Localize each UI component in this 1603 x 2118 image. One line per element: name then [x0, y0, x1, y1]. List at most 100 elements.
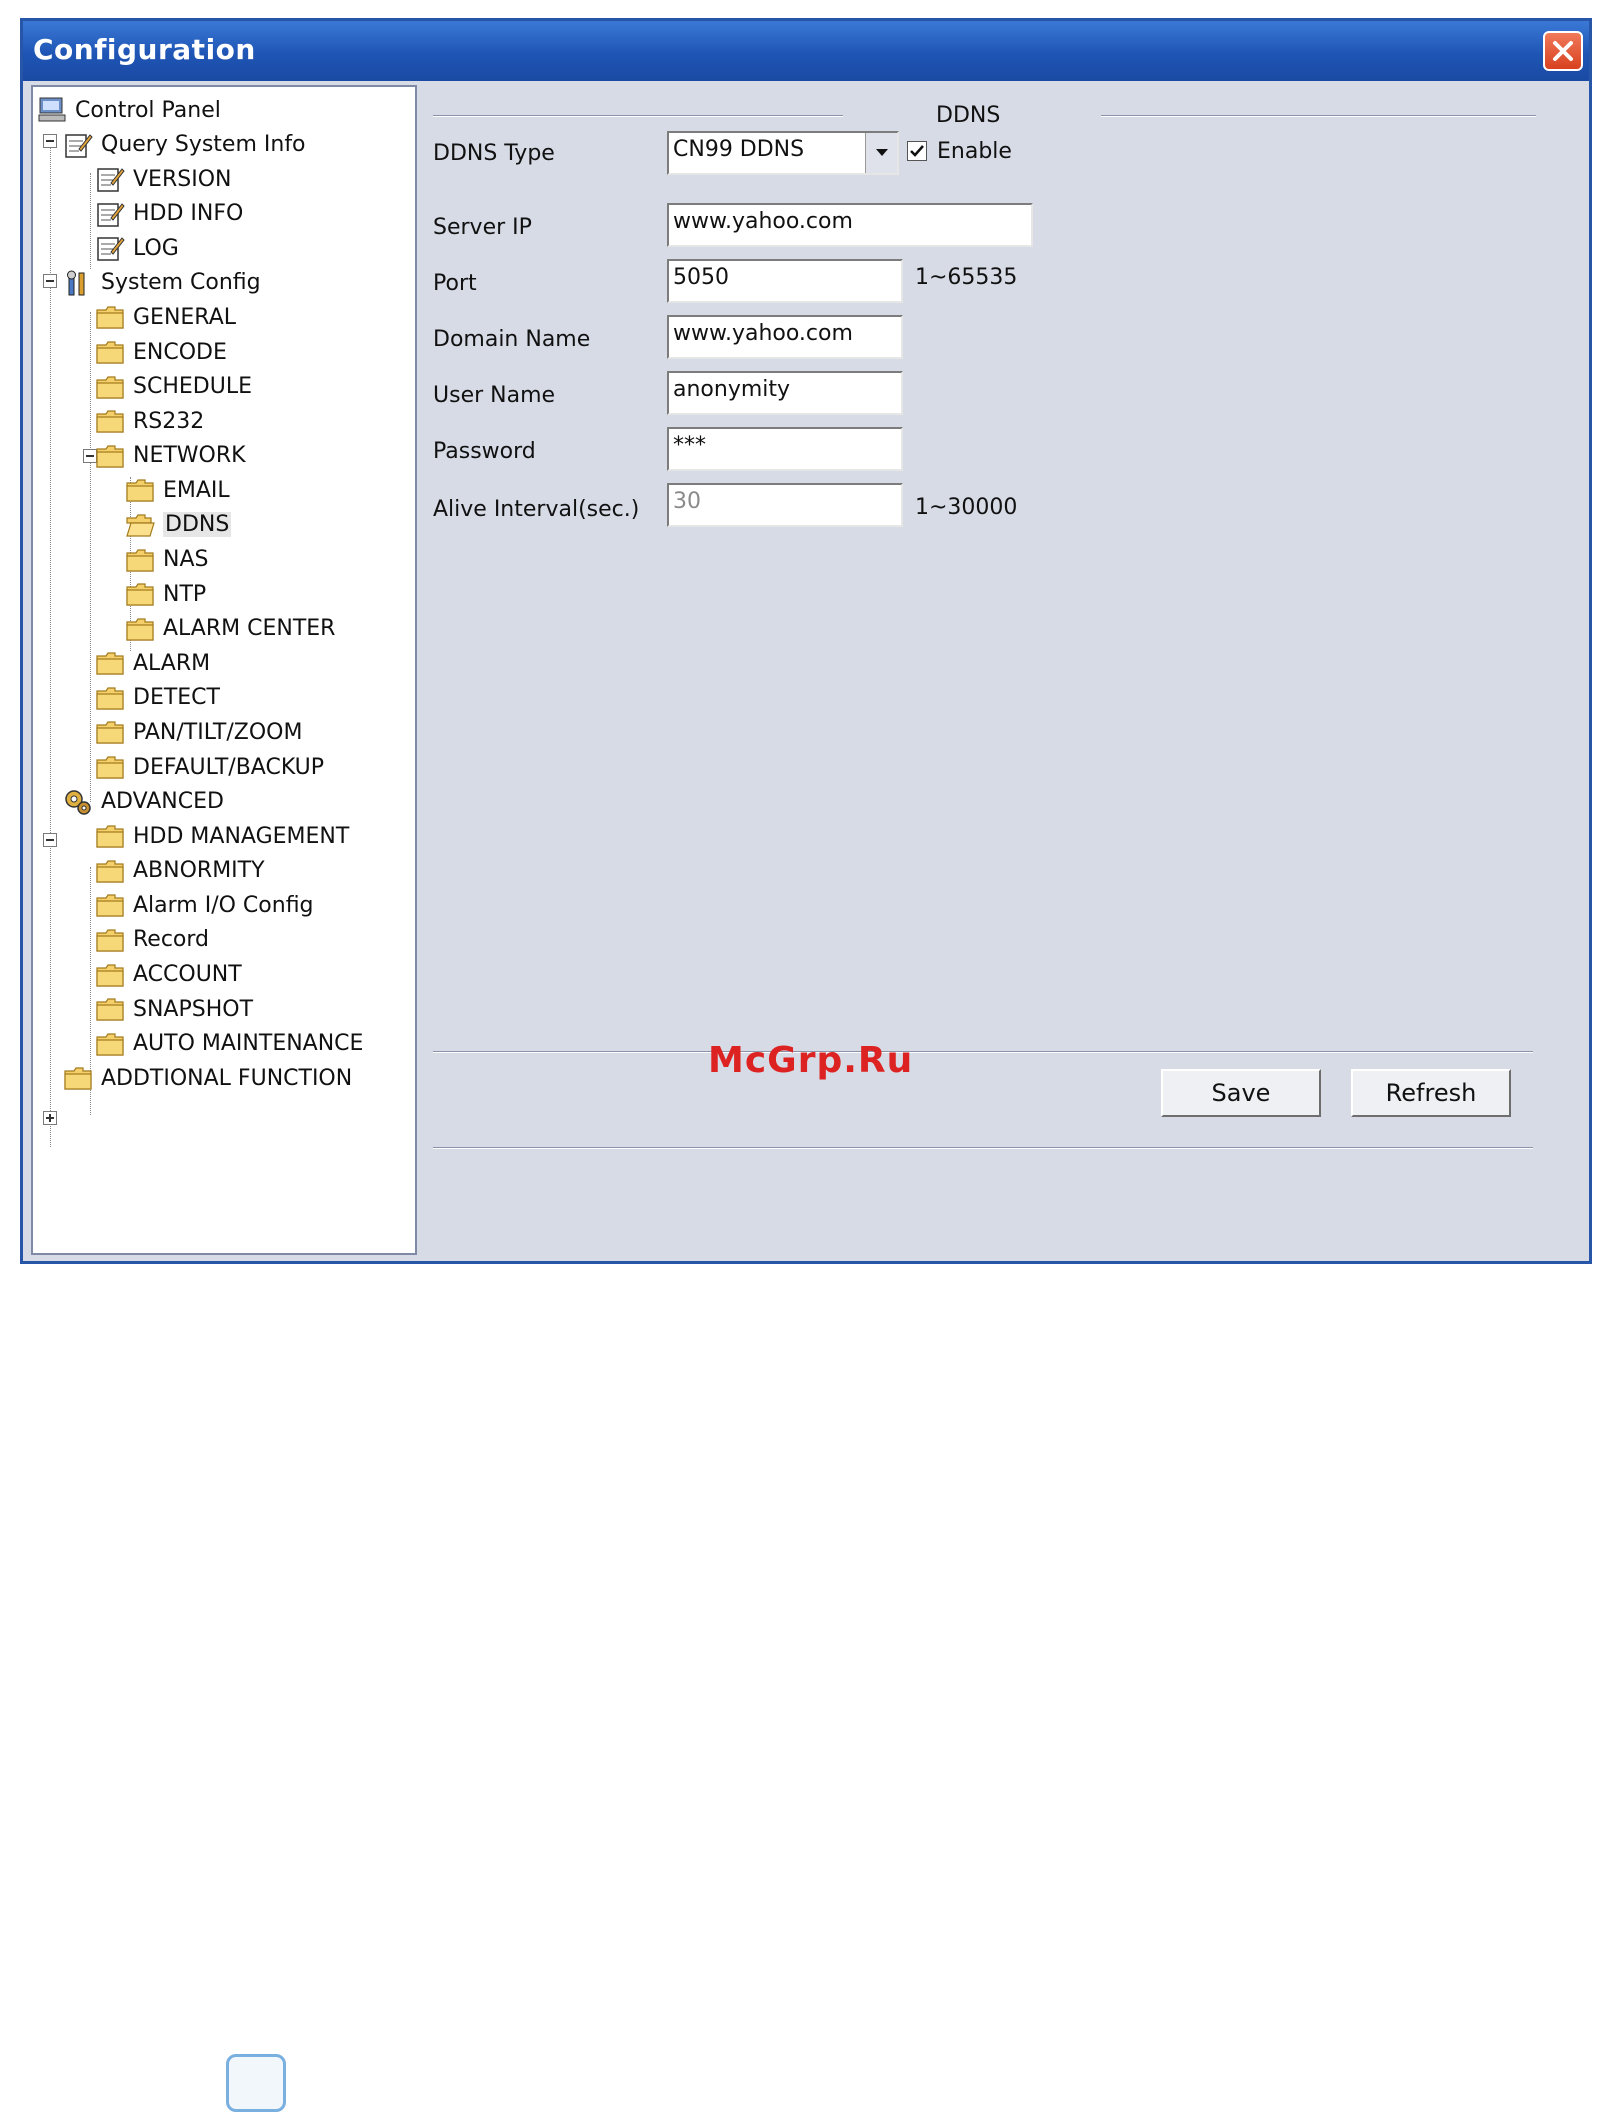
folder-icon [95, 442, 125, 470]
folder-icon [125, 580, 155, 608]
tree-item-ntp[interactable]: NTP [125, 579, 206, 609]
tree-item-auto-maintenance[interactable]: AUTO MAINTENANCE [95, 1029, 363, 1059]
divider [433, 115, 843, 117]
navigation-tree: Control Panel Query System Info VERSION HDD… [31, 85, 417, 1255]
tree-item-label: SCHEDULE [133, 374, 252, 400]
folder-icon [95, 926, 125, 954]
domain-name-input[interactable]: www.yahoo.com [667, 315, 903, 359]
tree-item-control-panel[interactable]: Control Panel [37, 95, 221, 125]
tree-item-log[interactable]: LOG [95, 233, 179, 263]
tree-item-abnormity[interactable]: ABNORMITY [95, 856, 265, 886]
computer-icon [37, 96, 67, 124]
tree-item-system-config[interactable]: System Config [63, 268, 261, 298]
tree-item-hdd-info[interactable]: HDD INFO [95, 199, 243, 229]
tree-item-label: Record [133, 927, 210, 953]
server-ip-label: Server IP [433, 215, 532, 240]
server-ip-input[interactable]: www.yahoo.com [667, 203, 1033, 247]
folder-icon [63, 1064, 93, 1092]
tree-item-alarm[interactable]: ALARM [95, 648, 210, 678]
save-button[interactable]: Save [1161, 1069, 1321, 1117]
tree-item-nas[interactable]: NAS [125, 545, 208, 575]
tree-item-account[interactable]: ACCOUNT [95, 960, 242, 990]
tree-item-detect[interactable]: DETECT [95, 683, 220, 713]
refresh-button[interactable]: Refresh [1351, 1069, 1511, 1117]
alive-range-hint: 1~30000 [915, 495, 1018, 520]
tree-item-rs232[interactable]: RS232 [95, 406, 204, 436]
tree-item-general[interactable]: GENERAL [95, 302, 236, 332]
tree-item-label: ENCODE [133, 339, 227, 365]
folder-icon [95, 303, 125, 331]
tree-item-pan-tilt-zoom[interactable]: PAN/TILT/ZOOM [95, 717, 302, 747]
ddns-type-value: CN99 DDNS [673, 137, 805, 162]
notepad-icon [95, 200, 125, 228]
tree-item-version[interactable]: VERSION [95, 164, 231, 194]
tree-item-label: HDD MANAGEMENT [133, 823, 350, 849]
ddns-type-select[interactable]: CN99 DDNS [667, 131, 899, 175]
tree-item-record[interactable]: Record [95, 925, 209, 955]
enable-checkbox[interactable] [907, 141, 927, 161]
enable-label: Enable [937, 139, 1012, 164]
notepad-icon [95, 234, 125, 262]
tree-item-alarm-center[interactable]: ALARM CENTER [125, 614, 335, 644]
folder-icon [95, 407, 125, 435]
tree-item-ddns[interactable]: DDNS [125, 510, 232, 540]
expander-advanced[interactable] [43, 833, 57, 847]
notepad-icon [63, 131, 93, 159]
tree-item-label: NTP [163, 581, 207, 607]
folder-icon [95, 857, 125, 885]
page-icon [226, 2054, 286, 2112]
tree-connector [90, 173, 91, 269]
password-input[interactable]: *** [667, 427, 903, 471]
tree-item-snapshot[interactable]: SNAPSHOT [95, 994, 253, 1024]
tree-item-label: ALARM [133, 650, 211, 676]
notepad-icon [95, 165, 125, 193]
tree-item-label: LOG [133, 235, 179, 261]
tree-item-encode[interactable]: ENCODE [95, 337, 227, 367]
expander-system-config[interactable] [43, 274, 57, 288]
check-icon [910, 145, 924, 157]
tree-item-label: PAN/TILT/ZOOM [133, 719, 303, 745]
tree-item-advanced[interactable]: ADVANCED [63, 787, 224, 817]
expander-additional-function[interactable] [43, 1111, 57, 1125]
expander-query-system-info[interactable] [43, 134, 57, 148]
tree-item-network[interactable]: NETWORK [95, 441, 246, 471]
close-button[interactable] [1543, 31, 1583, 71]
tree-item-label: NAS [163, 547, 209, 573]
tree-item-label: DDNS [163, 512, 232, 538]
tree-item-label: ADDTIONAL FUNCTION [101, 1065, 353, 1091]
tree-item-label: GENERAL [133, 304, 237, 330]
folder-icon [95, 891, 125, 919]
tree-item-label: AUTO MAINTENANCE [133, 1031, 364, 1057]
folder-icon [125, 476, 155, 504]
tree-item-label: System Config [101, 270, 261, 296]
domain-name-label: Domain Name [433, 327, 591, 352]
folder-icon [95, 1030, 125, 1058]
folder-icon [95, 338, 125, 366]
title-bar[interactable]: Configuration [23, 21, 1589, 81]
tree-item-schedule[interactable]: SCHEDULE [95, 372, 252, 402]
tree-item-hdd-management[interactable]: HDD MANAGEMENT [95, 821, 349, 851]
tree-item-label: ALARM CENTER [163, 616, 336, 642]
user-name-input[interactable]: anonymity [667, 371, 903, 415]
section-title: DDNS [936, 103, 1001, 128]
ddns-panel: DDNS DDNS Type CN99 DDNS Enable Server I… [421, 85, 1581, 1255]
alive-interval-input[interactable]: 30 [667, 483, 903, 527]
folder-icon [95, 718, 125, 746]
chevron-down-icon[interactable] [865, 133, 897, 173]
tree-item-label: ABNORMITY [133, 858, 265, 884]
watermark: McGrp.Ru [708, 1040, 914, 1081]
tree-item-alarm-i-o-config[interactable]: Alarm I/O Config [95, 890, 314, 920]
port-input[interactable]: 5050 [667, 259, 903, 303]
tree-item-default-backup[interactable]: DEFAULT/BACKUP [95, 752, 324, 782]
tree-item-addtional-function[interactable]: ADDTIONAL FUNCTION [63, 1063, 352, 1093]
tree-item-label: ADVANCED [101, 789, 224, 815]
tree-item-query-system-info[interactable]: Query System Info [63, 130, 306, 160]
tools-icon [63, 269, 93, 297]
divider [433, 1051, 1533, 1053]
folder-icon [95, 753, 125, 781]
tree-item-label: EMAIL [163, 477, 230, 503]
port-label: Port [433, 271, 477, 296]
port-range-hint: 1~65535 [915, 265, 1018, 290]
tree-item-email[interactable]: EMAIL [125, 475, 230, 505]
folder-open-icon [125, 511, 155, 539]
